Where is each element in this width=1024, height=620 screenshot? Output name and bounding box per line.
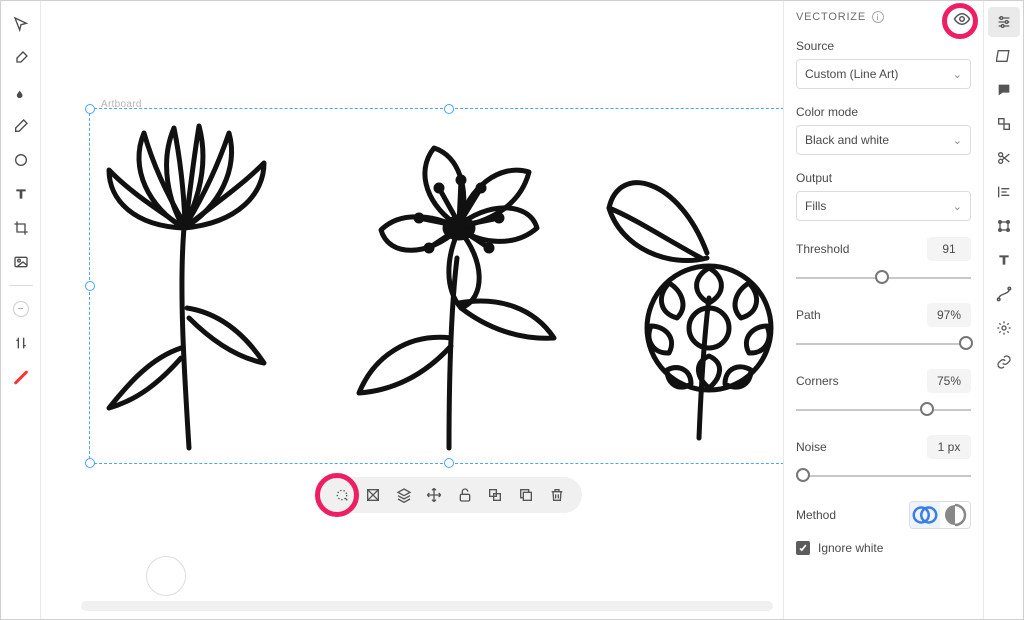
h-scrollbar[interactable] <box>81 601 773 611</box>
source-select[interactable]: Custom (Line Art)⌄ <box>796 59 971 89</box>
brush-tool[interactable] <box>5 43 37 73</box>
rail-text-icon[interactable] <box>988 245 1020 275</box>
method-overlap-icon[interactable] <box>910 502 940 528</box>
vectorize-panel: VECTORIZE i Source Custom (Line Art)⌄ Co… <box>783 1 983 619</box>
rail-swatches-icon[interactable] <box>988 41 1020 71</box>
chevron-down-icon: ⌄ <box>953 134 962 147</box>
eraser-tool[interactable] <box>5 111 37 141</box>
rail-curve-icon[interactable] <box>988 279 1020 309</box>
rail-components-icon[interactable] <box>988 109 1020 139</box>
ctx-delete-button[interactable] <box>545 483 569 507</box>
rail-scissors-icon[interactable] <box>988 143 1020 173</box>
ctx-group-button[interactable] <box>483 483 507 507</box>
ctx-vectorize-button[interactable] <box>330 483 354 507</box>
path-slider[interactable] <box>796 331 971 355</box>
corners-label: Corners <box>796 374 839 388</box>
rail-gear-icon[interactable] <box>988 313 1020 343</box>
left-toolbar: − <box>1 1 41 619</box>
method-toggle[interactable] <box>909 501 971 529</box>
output-select[interactable]: Fills⌄ <box>796 191 971 221</box>
chevron-down-icon: ⌄ <box>953 200 962 213</box>
rail-comments-icon[interactable] <box>988 75 1020 105</box>
zoom-out-tool[interactable]: − <box>5 294 37 324</box>
path-value[interactable]: 97% <box>927 303 971 327</box>
ctx-duplicate-button[interactable] <box>514 483 538 507</box>
rail-align-icon[interactable] <box>988 177 1020 207</box>
corners-value[interactable]: 75% <box>927 369 971 393</box>
noise-value[interactable]: 1 px <box>927 435 971 459</box>
text-tool[interactable] <box>5 179 37 209</box>
chevron-down-icon: ⌄ <box>953 68 962 81</box>
source-label: Source <box>796 39 971 53</box>
threshold-slider[interactable] <box>796 265 971 289</box>
panel-title: VECTORIZE <box>796 11 866 23</box>
threshold-label: Threshold <box>796 242 849 256</box>
corners-slider[interactable] <box>796 397 971 421</box>
ctx-mask-button[interactable] <box>361 483 385 507</box>
rail-settings-icon[interactable] <box>988 7 1020 37</box>
path-label: Path <box>796 308 821 322</box>
image-tool[interactable] <box>5 247 37 277</box>
canvas[interactable]: Artboard <box>41 1 783 619</box>
info-icon[interactable]: i <box>872 11 884 23</box>
ctx-layers-button[interactable] <box>392 483 416 507</box>
noise-label: Noise <box>796 440 827 454</box>
threshold-value[interactable]: 91 <box>927 237 971 261</box>
checkbox-checked-icon <box>796 541 810 555</box>
method-abut-icon[interactable] <box>940 502 970 528</box>
shape-tool[interactable] <box>5 145 37 175</box>
rail-transform-icon[interactable] <box>988 211 1020 241</box>
fill-tool[interactable] <box>5 77 37 107</box>
rail-link-icon[interactable] <box>988 347 1020 377</box>
colormode-label: Color mode <box>796 105 971 119</box>
ctx-unlock-button[interactable] <box>453 483 477 507</box>
ignore-white-checkbox[interactable]: Ignore white <box>796 541 971 555</box>
preview-eye-icon[interactable] <box>953 10 971 28</box>
colormode-select[interactable]: Black and white⌄ <box>796 125 971 155</box>
adjust-tool[interactable] <box>5 328 37 358</box>
crop-tool[interactable] <box>5 213 37 243</box>
context-toolbar <box>317 477 582 513</box>
artwork-flowers <box>89 108 783 464</box>
noise-slider[interactable] <box>796 463 971 487</box>
artboard-thumb[interactable] <box>146 556 186 596</box>
method-label: Method <box>796 508 836 522</box>
output-label: Output <box>796 171 971 185</box>
right-icon-rail <box>983 1 1023 619</box>
ctx-move-button[interactable] <box>422 483 446 507</box>
move-tool[interactable] <box>5 9 37 39</box>
line-tool[interactable] <box>5 362 37 392</box>
